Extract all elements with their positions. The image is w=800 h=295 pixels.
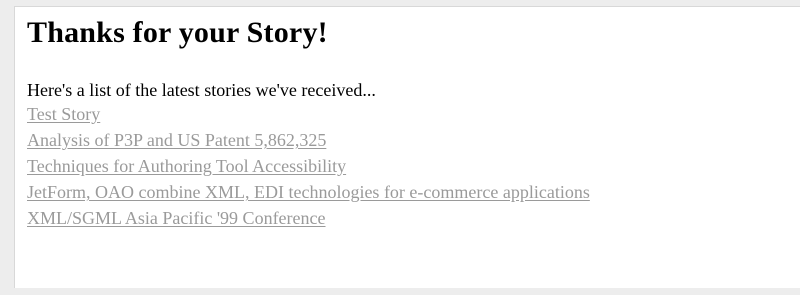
story-link-xml-sgml-conference[interactable]: XML/SGML Asia Pacific '99 Conference <box>27 208 326 228</box>
story-link-test-story[interactable]: Test Story <box>27 104 100 124</box>
story-link-p3p-patent[interactable]: Analysis of P3P and US Patent 5,862,325 <box>27 130 326 150</box>
list-item: Techniques for Authoring Tool Accessibil… <box>27 153 800 179</box>
story-list: Test Story Analysis of P3P and US Patent… <box>27 101 800 231</box>
list-item: JetForm, OAO combine XML, EDI technologi… <box>27 179 800 205</box>
intro-text: Here's a list of the latest stories we'v… <box>27 80 376 100</box>
list-item: XML/SGML Asia Pacific '99 Conference <box>27 205 800 231</box>
list-item: Test Story <box>27 101 800 127</box>
page-content-area: Thanks for your Story! Here's a list of … <box>14 6 800 288</box>
content: Thanks for your Story! Here's a list of … <box>15 7 800 231</box>
story-link-jetform-oao[interactable]: JetForm, OAO combine XML, EDI technologi… <box>27 182 590 202</box>
page-title: Thanks for your Story! <box>27 16 328 49</box>
list-item: Analysis of P3P and US Patent 5,862,325 <box>27 127 800 153</box>
story-link-authoring-tool[interactable]: Techniques for Authoring Tool Accessibil… <box>27 156 346 176</box>
